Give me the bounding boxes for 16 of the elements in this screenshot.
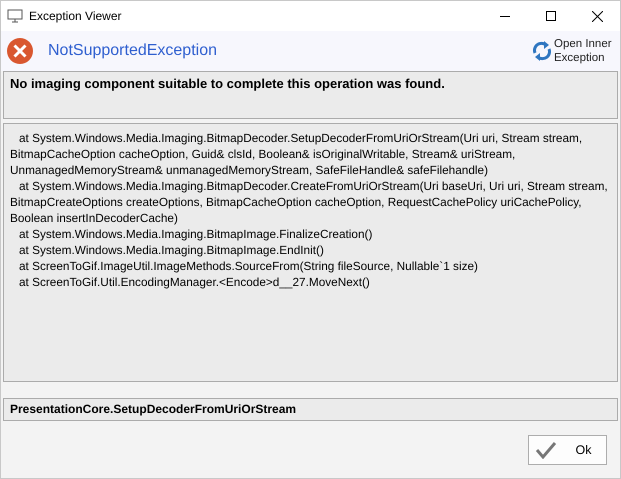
open-inner-exception-button[interactable]: Open Inner Exception	[532, 37, 616, 65]
monitor-icon	[7, 9, 23, 23]
window-title: Exception Viewer	[29, 9, 122, 23]
stack-frame: at ScreenToGif.Util.EncodingManager.<Encode>d__27.MoveNext()	[10, 274, 611, 290]
error-icon	[6, 37, 34, 65]
exception-type: NotSupportedException	[48, 42, 218, 60]
stack-frame: at System.Windows.Media.Imaging.BitmapDecoder.CreateFromUriOrStream(Uri baseUri, Uri uri, Stream stream, BitmapCreateOptions createOptions, BitmapCacheOption cacheOption, RequestCachePolicy uriCachePolicy, Boolean insertInDecoderCache)	[10, 178, 611, 226]
ok-button[interactable]: Ok	[528, 434, 607, 464]
exception-source: PresentationCore.SetupDecoderFromUriOrStream	[3, 398, 618, 421]
stack-frame: at System.Windows.Media.Imaging.BitmapDecoder.SetupDecoderFromUriOrStream(Uri uri, Stream stream, BitmapCacheOption cacheOption, Guid& clsId, Boolean& isOriginalWritable, Stream& uriStream, UnmanagedMemoryStream& unmanagedMemoryStream, SafeFileHandle& safeFilehandle)	[10, 130, 611, 178]
stack-frame: at System.Windows.Media.Imaging.BitmapImage.FinalizeCreation()	[10, 226, 611, 242]
refresh-icon	[532, 40, 552, 62]
exception-message: No imaging component suitable to complete this operation was found.	[3, 71, 618, 119]
stack-frame: at System.Windows.Media.Imaging.BitmapImage.EndInit()	[10, 242, 611, 258]
stack-frame: at ScreenToGif.ImageUtil.ImageMethods.SourceFrom(String fileSource, Nullable`1 size)	[10, 258, 611, 274]
checkmark-icon	[535, 440, 557, 458]
